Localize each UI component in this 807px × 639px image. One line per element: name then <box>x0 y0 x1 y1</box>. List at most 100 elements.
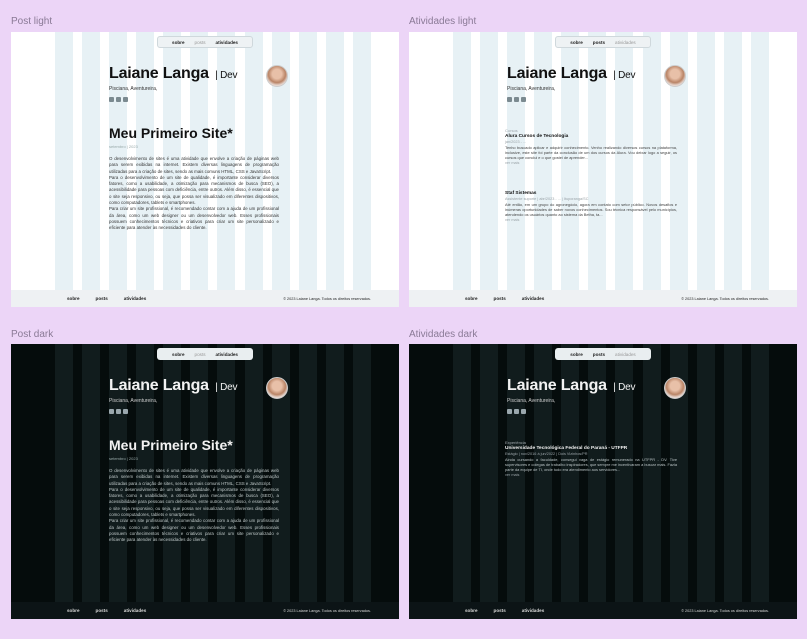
avatar <box>266 377 288 399</box>
nav-sobre[interactable]: sobre <box>570 352 583 357</box>
activity-meta: Estágio | nov/2016 à jun/2022 | Dois Viz… <box>505 452 588 456</box>
nav-sobre[interactable]: sobre <box>570 40 583 45</box>
post-paragraph: O desenvolvimento de sites é uma ativida… <box>109 468 279 486</box>
footer-link-atividades[interactable]: atividades <box>522 608 544 613</box>
nav-sobre[interactable]: sobre <box>172 352 185 357</box>
profile-header: Laiane Langa | Dev Pisciana, Aventureira… <box>109 377 237 414</box>
activity-title: Staf Sistemas <box>505 191 537 196</box>
profile-header: Laiane Langa | Dev Pisciana, Aventureira… <box>507 65 635 102</box>
profile-role: | Dev <box>215 382 238 393</box>
activity-description: Ainda cursando a faculdade, consegui vag… <box>505 457 677 472</box>
activity-more-link[interactable]: ver mais <box>505 218 677 222</box>
profile-tagline: Pisciana, Aventureira, <box>507 86 556 92</box>
footer-copyright: © 2023 Laiane Langa. Todos os direitos r… <box>681 296 769 301</box>
avatar <box>664 377 686 399</box>
nav-atividades[interactable]: atividades <box>216 40 238 45</box>
profile-name: Laiane Langa <box>507 377 607 394</box>
activity-title: Alura Cursos de Tecnologia <box>505 134 569 139</box>
nav-atividades[interactable]: atividades <box>615 352 636 357</box>
footer-link-sobre[interactable]: sobre <box>465 296 478 301</box>
footer-link-atividades[interactable]: atividades <box>124 296 146 301</box>
linkedin-icon[interactable] <box>116 97 121 102</box>
top-nav: sobre posts atividades <box>157 348 253 360</box>
nav-sobre[interactable]: sobre <box>172 40 185 45</box>
profile-name: Laiane Langa <box>507 65 607 82</box>
nav-atividades[interactable]: atividades <box>615 40 636 45</box>
activity-meta: jan/2023 - ... <box>505 140 527 144</box>
social-links <box>507 97 635 102</box>
activity-more-link[interactable]: ver mais <box>505 473 677 477</box>
frame-atividades-light: sobre posts atividades Laiane Langa | De… <box>409 32 797 307</box>
activity-meta: Assistente suporte | abr/2023 - ... | It… <box>505 197 589 201</box>
footer-link-posts[interactable]: posts <box>494 296 506 301</box>
activity-more-link[interactable]: ver mais <box>505 161 677 165</box>
email-icon[interactable] <box>123 97 128 102</box>
profile-name-line: Laiane Langa | Dev <box>507 65 635 83</box>
email-icon[interactable] <box>521 409 526 414</box>
github-icon[interactable] <box>109 97 114 102</box>
linkedin-icon[interactable] <box>514 409 519 414</box>
linkedin-icon[interactable] <box>116 409 121 414</box>
activities-list: Experiência Universidade Tecnológica Fed… <box>505 440 677 487</box>
nav-posts[interactable]: posts <box>593 40 605 45</box>
post-body: O desenvolvimento de sites é uma ativida… <box>109 156 279 232</box>
activity-description: Tenho buscado aplicar e adquirir conheci… <box>505 145 677 160</box>
frame-label-atividades-dark: Atividades dark <box>409 329 478 340</box>
activity-category: Experiência <box>505 440 526 445</box>
post-title: Meu Primeiro Site* <box>109 437 233 453</box>
profile-role: | Dev <box>215 70 238 81</box>
footer-link-atividades[interactable]: atividades <box>522 296 544 301</box>
footer-link-posts[interactable]: posts <box>494 608 506 613</box>
list-item: Cursos Alura Cursos de Tecnologia jan/20… <box>505 128 677 165</box>
profile-header: Laiane Langa | Dev Pisciana, Aventureira… <box>507 377 635 414</box>
post-date: setembro | 2023 <box>109 456 138 461</box>
footer-link-sobre[interactable]: sobre <box>67 608 80 613</box>
profile-tagline: Pisciana, Aventureira, <box>109 86 158 92</box>
footer-link-sobre[interactable]: sobre <box>67 296 80 301</box>
footer-link-atividades[interactable]: atividades <box>124 608 146 613</box>
social-links <box>507 409 635 414</box>
frame-label-atividades-light: Atividades light <box>409 16 477 27</box>
nav-posts[interactable]: posts <box>195 40 206 45</box>
footer-copyright: © 2023 Laiane Langa. Todos os direitos r… <box>283 608 371 613</box>
nav-posts[interactable]: posts <box>195 352 206 357</box>
post-paragraph: Para o desenvolvimento de um site de qua… <box>109 486 279 518</box>
activity-category: Cursos <box>505 128 518 133</box>
footer-link-posts[interactable]: posts <box>96 296 108 301</box>
profile-name-line: Laiane Langa | Dev <box>109 377 237 395</box>
avatar <box>266 65 288 87</box>
frame-label-post-light: Post light <box>11 16 53 27</box>
profile-name: Laiane Langa <box>109 65 209 82</box>
footer-copyright: © 2023 Laiane Langa. Todos os direitos r… <box>283 296 371 301</box>
profile-name-line: Laiane Langa | Dev <box>507 377 635 395</box>
linkedin-icon[interactable] <box>514 97 519 102</box>
github-icon[interactable] <box>507 409 512 414</box>
footer-link-sobre[interactable]: sobre <box>465 608 478 613</box>
frame-atividades-dark: sobre posts atividades Laiane Langa | De… <box>409 344 797 619</box>
frame-post-dark: sobre posts atividades Laiane Langa | De… <box>11 344 399 619</box>
post-title: Meu Primeiro Site* <box>109 125 233 141</box>
list-item: Experiência Universidade Tecnológica Fed… <box>505 440 677 477</box>
profile-tagline: Pisciana, Aventureira, <box>109 398 158 404</box>
profile-header: Laiane Langa | Dev Pisciana, Aventureira… <box>109 65 237 102</box>
nav-atividades[interactable]: atividades <box>216 352 238 357</box>
profile-role: | Dev <box>613 70 636 81</box>
nav-posts[interactable]: posts <box>593 352 605 357</box>
post-paragraph: Para o desenvolvimento de um site de qua… <box>109 174 279 206</box>
profile-role: | Dev <box>613 382 636 393</box>
social-links <box>109 409 237 414</box>
github-icon[interactable] <box>507 97 512 102</box>
email-icon[interactable] <box>521 97 526 102</box>
list-item: Staf Sistemas Assistente suporte | abr/2… <box>505 191 677 222</box>
footer-link-posts[interactable]: posts <box>96 608 108 613</box>
email-icon[interactable] <box>123 409 128 414</box>
post-paragraph: Para criar um site profissional, é recom… <box>109 206 279 231</box>
profile-name-line: Laiane Langa | Dev <box>109 65 237 83</box>
github-icon[interactable] <box>109 409 114 414</box>
footer: sobre posts atividades © 2023 Laiane Langa… <box>11 602 399 619</box>
footer: sobre posts atividades © 2023 Laiane Langa… <box>409 602 797 619</box>
top-nav: sobre posts atividades <box>555 348 651 360</box>
activities-list: Cursos Alura Cursos de Tecnologia jan/20… <box>505 128 677 232</box>
profile-name: Laiane Langa <box>109 377 209 394</box>
footer-copyright: © 2023 Laiane Langa. Todos os direitos r… <box>681 608 769 613</box>
